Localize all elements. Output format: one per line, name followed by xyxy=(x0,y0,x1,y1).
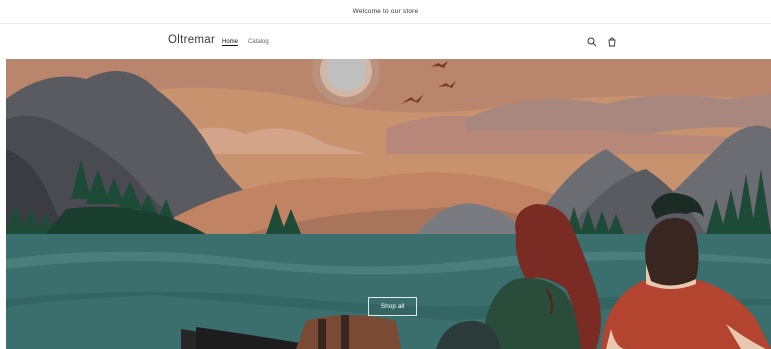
search-icon[interactable] xyxy=(586,36,598,48)
nav-link-catalog[interactable]: Catalog xyxy=(248,39,269,45)
shop-all-button[interactable]: Shop all xyxy=(368,297,417,316)
announcement-text: Welcome to our store xyxy=(352,8,419,15)
hero-banner: Shop all xyxy=(6,59,771,349)
cart-icon[interactable] xyxy=(606,36,618,48)
site-header: Oltremar Home Catalog xyxy=(0,24,771,59)
announcement-bar: Welcome to our store xyxy=(0,0,771,24)
store-logo[interactable]: Oltremar xyxy=(168,34,215,46)
header-icons xyxy=(586,36,618,48)
main-nav: Home Catalog xyxy=(222,39,269,45)
nav-link-home[interactable]: Home xyxy=(222,39,238,45)
